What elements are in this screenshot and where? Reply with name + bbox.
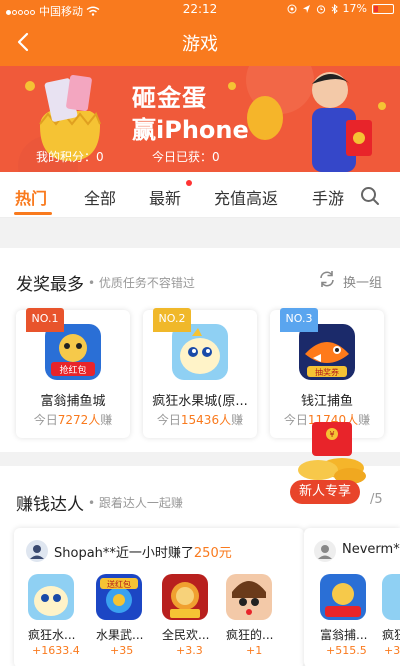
game-name: 钱江捕鱼 [300, 394, 353, 409]
game-name: 疯狂 [382, 628, 400, 642]
game-name: 全民欢... [162, 628, 210, 642]
battery-icon [372, 3, 394, 14]
earn-count: 今日15436人赚 [156, 413, 244, 427]
fishing-game-icon: 抽奖券 [299, 324, 355, 380]
fish-game-icon [320, 574, 366, 620]
fish-game-icon: 抢红包 [45, 324, 101, 380]
earner-text: Neverm** [342, 542, 400, 557]
crazy-game-icon [226, 574, 272, 620]
svg-text:抽奖券: 抽奖券 [315, 367, 339, 377]
avatar [26, 540, 48, 562]
game-points: +515.5 [326, 644, 367, 657]
game-card[interactable]: 抽奖券 NO.3 钱江捕鱼 今日11740人赚 [270, 308, 384, 438]
game-points: +3.3 [176, 644, 203, 657]
newbie-floating-button[interactable]: ¥ 新人专享 [290, 422, 372, 508]
bluetooth-icon [331, 3, 338, 14]
active-tab-indicator [14, 212, 52, 215]
section-subtitle: • 优质任务不容错过 [88, 276, 195, 290]
battery-percent: 17% [342, 2, 367, 15]
avatar [314, 540, 336, 562]
status-bar: 中国移动 22:12 17% [0, 0, 400, 20]
category-tabs: 热门 全部 最新 充值高返 手游 [0, 172, 400, 218]
app-screen: 中国移动 22:12 17% 游戏 砸金蛋 赢iPhone 我的积分：0 今日已… [0, 0, 400, 666]
fruit-warrior-icon: 送红包 [96, 574, 142, 620]
earn-count: 今日7272人赚 [33, 413, 113, 427]
tab-hot[interactable]: 热门 [15, 185, 47, 209]
tab-mobile-games[interactable]: 手游 [312, 185, 344, 209]
location-icon [287, 4, 297, 13]
svg-text:¥: ¥ [329, 430, 334, 439]
rank-badge: NO.3 [280, 308, 318, 332]
game-card[interactable]: 抢红包 NO.1 富翁捕鱼城 今日7272人赚 [16, 308, 130, 438]
game-name: 富翁捕鱼城 [40, 394, 106, 409]
lion-game-icon [162, 574, 208, 620]
earner-card[interactable]: Neverm** 富翁捕... +515.5 疯狂 +35 [304, 528, 400, 666]
tab-all[interactable]: 全部 [84, 185, 116, 209]
section-title: 赚钱达人 [16, 495, 84, 515]
game-name: 水果武... [96, 628, 144, 642]
rank-badge: NO.1 [26, 308, 64, 332]
game-points: +1633.4 [32, 644, 80, 657]
svg-text:送红包: 送红包 [107, 579, 131, 589]
top-bar: 中国移动 22:12 17% 游戏 [0, 0, 400, 66]
section-subtitle: • 跟着达人一起赚 [88, 496, 183, 510]
svg-text:抢红包: 抢红包 [59, 364, 86, 376]
fruit-game-icon [382, 574, 400, 620]
navigation-arrow-icon [302, 4, 310, 13]
rank-badge: NO.2 [153, 308, 191, 332]
search-icon[interactable] [360, 186, 380, 206]
section-title: 发奖最多 [16, 275, 84, 295]
fruit-game-icon [28, 574, 74, 620]
game-name: 疯狂的... [226, 628, 274, 642]
refresh-icon[interactable] [318, 270, 336, 288]
game-card[interactable]: NO.2 疯狂水果城(原... 今日15436人赚 [143, 308, 257, 438]
alarm-icon [316, 4, 325, 14]
tab-recharge-rebate[interactable]: 充值高返 [214, 185, 278, 209]
game-name: 疯狂水... [28, 628, 76, 642]
page-title: 游戏 [182, 34, 218, 55]
game-name: 富翁捕... [320, 628, 368, 642]
newbie-label: 新人专享 [290, 480, 360, 504]
banner-headline-1: 砸金蛋 [132, 84, 207, 112]
my-points: 我的积分：0 [36, 150, 104, 164]
earner-card[interactable]: Shopah**近一小时赚了250元 疯狂水... +1633.4 送红包 水果… [14, 528, 304, 666]
game-points: +35 [384, 644, 400, 657]
game-name: 疯狂水果城(原... [152, 394, 248, 409]
promo-banner[interactable]: 砸金蛋 赢iPhone 我的积分：0 今日已获：0 [0, 66, 400, 172]
fruit-game-icon [172, 324, 228, 380]
earner-text: Shopah**近一小时赚了250元 [54, 546, 232, 561]
new-dot-badge [186, 180, 192, 186]
banner-headline-2: 赢iPhone [132, 116, 249, 144]
game-points: +35 [110, 644, 134, 657]
today-points: 今日已获：0 [152, 150, 220, 164]
tab-newest[interactable]: 最新 [149, 185, 181, 209]
refresh-button[interactable]: 换一组 [343, 272, 382, 291]
game-points: +1 [246, 644, 263, 657]
